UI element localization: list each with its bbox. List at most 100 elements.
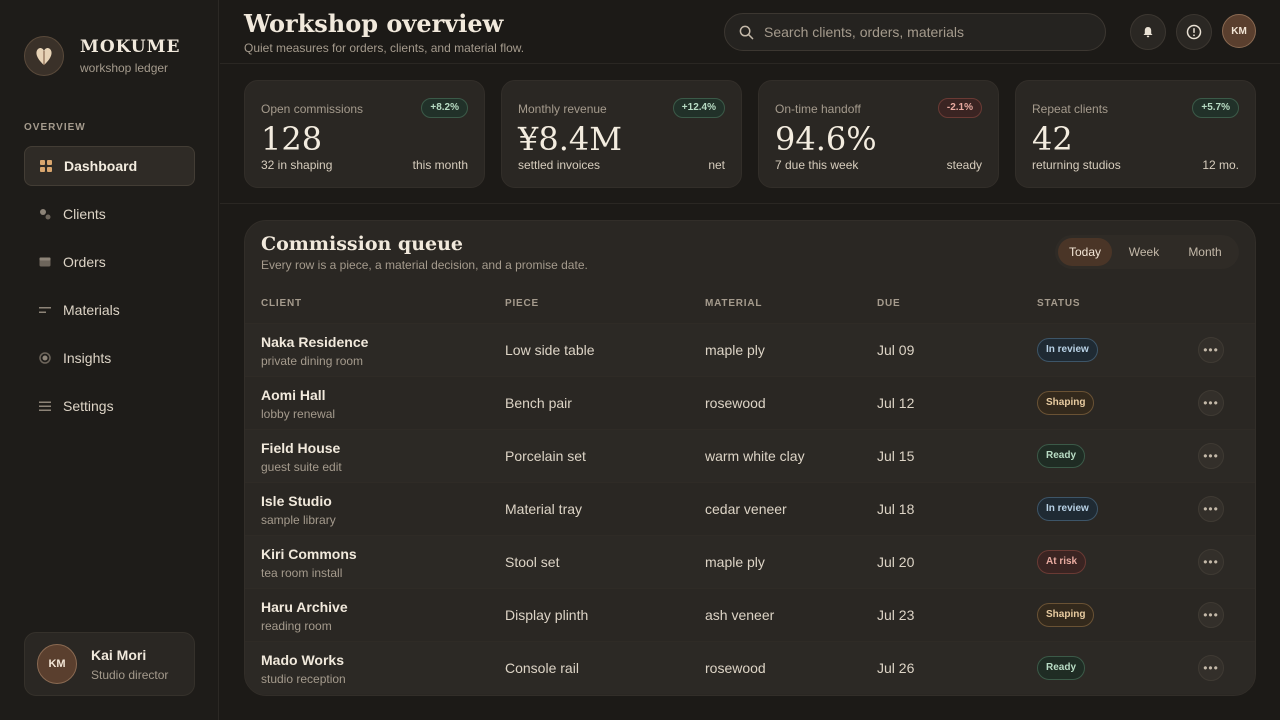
material-cell: cedar veneer — [705, 501, 787, 517]
table-row[interactable]: Isle Studio sample library Material tray … — [245, 482, 1255, 535]
client-name: Haru Archive — [261, 599, 348, 615]
row-more-button[interactable]: ••• — [1198, 337, 1224, 363]
sidebar-item-orders[interactable]: Orders — [24, 242, 195, 282]
range-toggle: Today Week Month — [1055, 235, 1239, 269]
row-more-button[interactable]: ••• — [1198, 390, 1224, 416]
sidebar-item-label: Clients — [63, 206, 106, 222]
more-dots-icon: ••• — [1203, 608, 1219, 622]
row-more-button[interactable]: ••• — [1198, 549, 1224, 575]
alerts-button[interactable] — [1176, 14, 1212, 50]
client-project: lobby renewal — [261, 407, 336, 421]
material-cell: rosewood — [705, 660, 766, 676]
sidebar-item-clients[interactable]: Clients — [24, 194, 195, 234]
client-name: Aomi Hall — [261, 387, 326, 403]
stat-card-repeat-clients[interactable]: Repeat clients +5.7% 42 returning studio… — [1015, 80, 1256, 188]
sidebar-item-settings[interactable]: Settings — [24, 386, 195, 426]
search-bar[interactable] — [724, 13, 1106, 51]
sidebar-item-label: Insights — [63, 350, 112, 366]
row-more-button[interactable]: ••• — [1198, 655, 1224, 681]
table-row[interactable]: Mado Works studio reception Console rail … — [245, 641, 1255, 694]
more-dots-icon: ••• — [1203, 502, 1219, 516]
row-more-button[interactable]: ••• — [1198, 496, 1224, 522]
brand[interactable]: MOKUME workshop ledger — [24, 36, 180, 76]
column-header-client[interactable]: CLIENT — [261, 298, 302, 309]
page-title: Workshop overview — [244, 9, 504, 38]
piece-cell: Porcelain set — [505, 448, 586, 464]
notifications-button[interactable] — [1130, 14, 1166, 50]
stat-label: Repeat clients — [1032, 102, 1109, 116]
status-badge: Shaping — [1037, 391, 1095, 415]
stat-card-monthly-revenue[interactable]: Monthly revenue +12.4% ¥8.4M settled inv… — [501, 80, 742, 188]
sidebar-item-insights[interactable]: Insights — [24, 338, 195, 378]
dot-icon — [39, 352, 51, 364]
bell-icon — [1142, 26, 1154, 38]
sidebar-item-materials[interactable]: Materials — [24, 290, 195, 330]
row-more-button[interactable]: ••• — [1198, 602, 1224, 628]
trend-badge: +5.7% — [1192, 98, 1239, 118]
status-badge: Ready — [1037, 656, 1086, 680]
stat-note: returning studios — [1032, 158, 1121, 172]
table-row[interactable]: Field House guest suite edit Porcelain se… — [245, 429, 1255, 482]
section-divider — [220, 203, 1280, 204]
brand-logo-icon — [24, 36, 64, 76]
piece-cell: Display plinth — [505, 607, 589, 623]
due-cell: Jul 12 — [877, 395, 915, 411]
user-avatar-button[interactable]: KM — [1222, 14, 1256, 48]
stat-note: 7 due this week — [775, 158, 859, 172]
tab-today[interactable]: Today — [1058, 238, 1112, 266]
material-cell: maple ply — [705, 554, 765, 570]
client-name: Naka Residence — [261, 334, 369, 350]
piece-cell: Low side table — [505, 342, 595, 358]
stats-row: Open commissions +8.2% 128 32 in shaping… — [244, 80, 1256, 188]
status-badge: Shaping — [1037, 603, 1095, 627]
column-header-piece[interactable]: PIECE — [505, 298, 539, 309]
stat-note: 32 in shaping — [261, 158, 333, 172]
stat-value: 128 — [261, 120, 323, 158]
stat-period: net — [708, 158, 725, 172]
stat-card-on-time-handoff[interactable]: On-time handoff -2.1% 94.6% 7 due this w… — [758, 80, 999, 188]
trend-badge: +12.4% — [672, 98, 725, 118]
more-dots-icon: ••• — [1203, 449, 1219, 463]
queue-table-body: Naka Residence private dining room Low si… — [245, 323, 1255, 694]
sidebar-item-label: Materials — [63, 302, 120, 318]
row-more-button[interactable]: ••• — [1198, 443, 1224, 469]
client-project: studio reception — [261, 672, 346, 686]
sidebar-item-label: Settings — [63, 398, 114, 414]
table-row[interactable]: Haru Archive reading room Display plinth … — [245, 588, 1255, 641]
user-role: Studio director — [91, 667, 169, 682]
user-card[interactable]: KM Kai Mori Studio director — [24, 632, 195, 696]
brand-subtitle: workshop ledger — [80, 61, 169, 75]
user-name: Kai Mori — [91, 646, 147, 663]
table-row[interactable]: Kiri Commons tea room install Stool set m… — [245, 535, 1255, 588]
material-cell: rosewood — [705, 395, 766, 411]
more-dots-icon: ••• — [1203, 661, 1219, 675]
stat-card-open-commissions[interactable]: Open commissions +8.2% 128 32 in shaping… — [244, 80, 485, 188]
client-project: reading room — [261, 619, 332, 633]
sidebar-item-dashboard[interactable]: Dashboard — [24, 146, 195, 186]
more-dots-icon: ••• — [1203, 555, 1219, 569]
column-header-due[interactable]: DUE — [877, 298, 901, 309]
stat-label: Monthly revenue — [518, 102, 607, 116]
status-badge: In review — [1037, 497, 1098, 521]
due-cell: Jul 09 — [877, 342, 915, 358]
panel-title: Commission queue — [261, 233, 464, 255]
material-cell: warm white clay — [705, 448, 805, 464]
tab-month[interactable]: Month — [1176, 238, 1234, 266]
client-project: private dining room — [261, 354, 364, 368]
stat-period: steady — [946, 158, 982, 172]
more-dots-icon: ••• — [1203, 396, 1219, 410]
stat-value: 42 — [1032, 120, 1073, 158]
menu-icon — [39, 400, 51, 412]
sidebar: MOKUME workshop ledger OVERVIEW Dashboar… — [0, 0, 219, 720]
table-row[interactable]: Naka Residence private dining room Low si… — [245, 323, 1255, 376]
column-header-material[interactable]: MATERIAL — [705, 298, 762, 309]
client-name: Mado Works — [261, 652, 344, 668]
column-header-status[interactable]: STATUS — [1037, 298, 1080, 309]
trend-badge: -2.1% — [937, 98, 982, 118]
piece-cell: Console rail — [505, 660, 579, 676]
stat-note: settled invoices — [518, 158, 601, 172]
tab-week[interactable]: Week — [1112, 238, 1176, 266]
brand-name: MOKUME — [80, 37, 181, 57]
table-row[interactable]: Aomi Hall lobby renewal Bench pair rosewo… — [245, 376, 1255, 429]
search-input[interactable] — [764, 24, 1084, 40]
